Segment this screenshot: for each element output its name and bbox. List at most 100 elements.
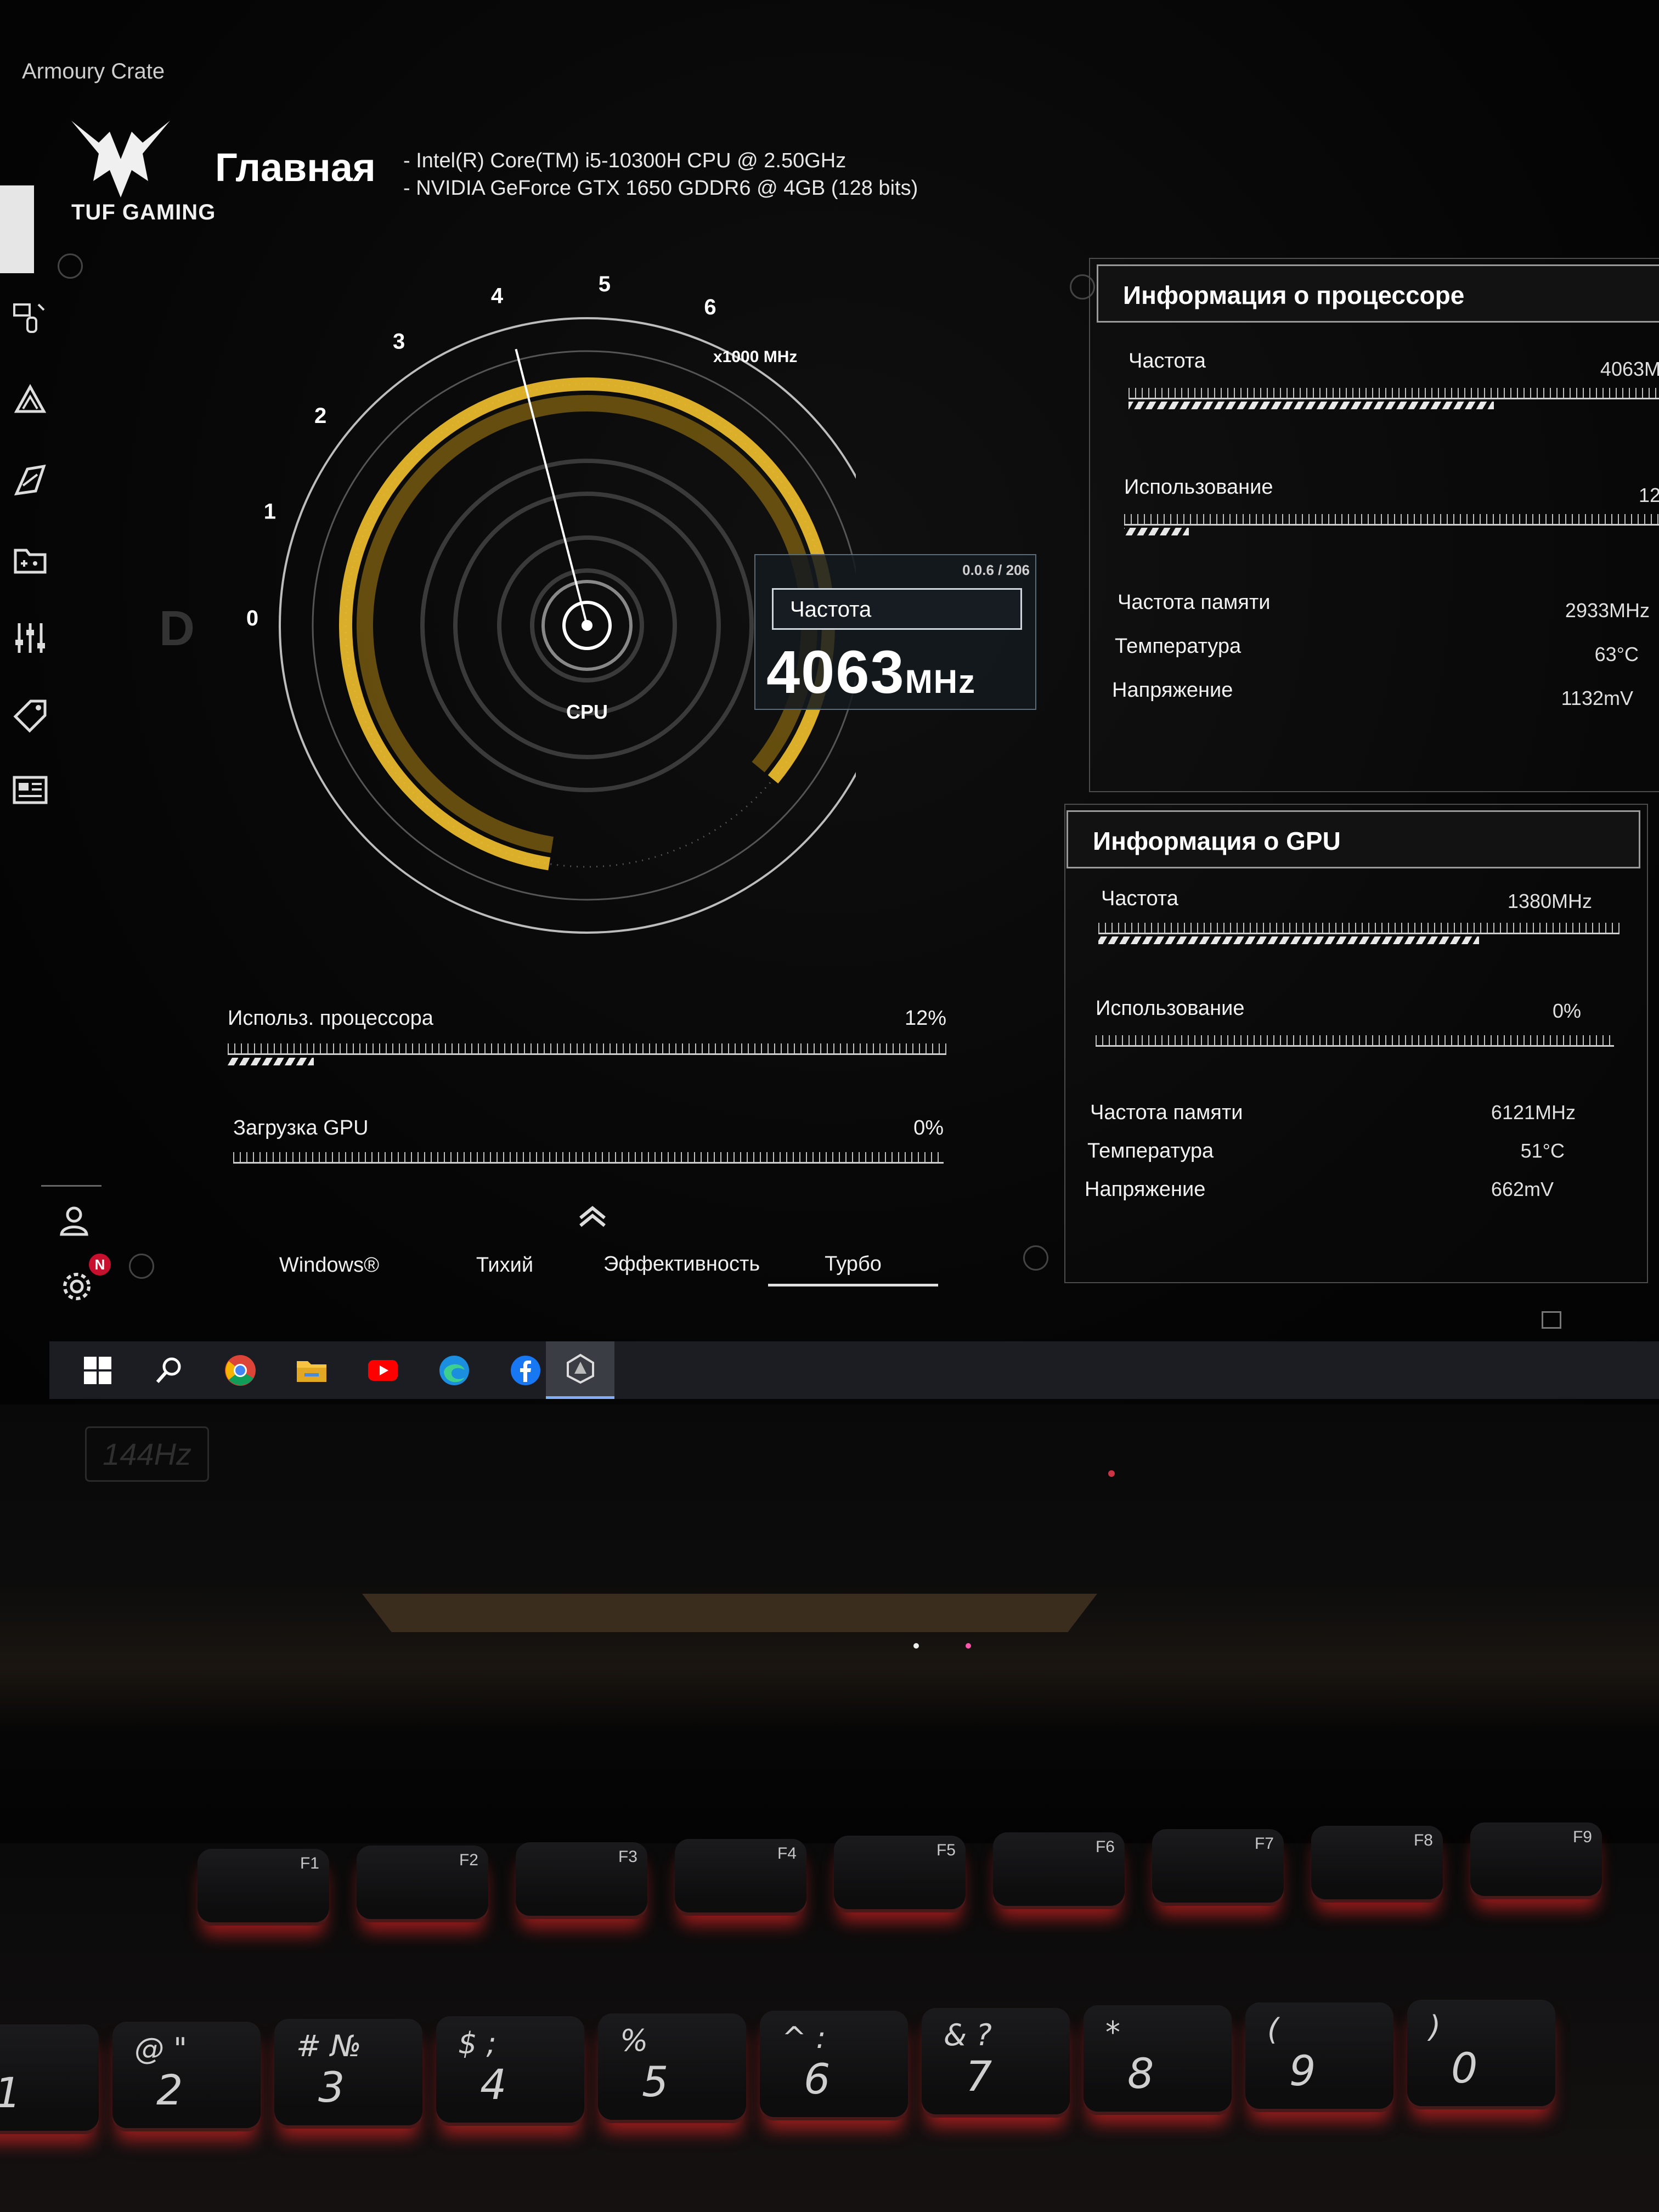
key-shift-label: ) <box>1429 2010 1441 2044</box>
number-key[interactable]: # № 3 <box>274 2019 422 2129</box>
gpu-usage-panel-label: Использование <box>1096 997 1245 1020</box>
gauge-tick-label: 4 <box>491 284 504 308</box>
number-key[interactable]: (9 <box>1245 2002 1393 2112</box>
armoury-crate-icon <box>566 1353 594 1384</box>
readout-label-frame: Частота <box>772 588 1022 630</box>
key-shift-label: & ? <box>944 2018 992 2052</box>
fn-key-label: F9 <box>1572 1828 1592 1846</box>
armoury-scenario-icon <box>14 464 46 496</box>
cpu-info-header: Информация о процессоре <box>1097 264 1659 323</box>
taskbar-youtube[interactable] <box>348 1341 417 1399</box>
mode-tab-turbo[interactable]: Турбо <box>768 1252 938 1286</box>
key-shift-label: * <box>1105 2015 1120 2050</box>
gpu-mem-freq-value: 6121MHz <box>1491 1101 1576 1124</box>
user-icon <box>60 1206 88 1236</box>
cpu-usage-value: 12% <box>904 1007 946 1030</box>
cpu-info-title: Информация о процессоре <box>1123 281 1465 309</box>
gauge-tick-label: 5 <box>599 272 611 296</box>
key-main-label: 2 <box>156 2066 183 2114</box>
fn-key[interactable]: F2 <box>357 1846 488 1922</box>
fn-key-label: F8 <box>1413 1831 1433 1849</box>
gauge-tick-label: 2 <box>314 404 326 428</box>
mode-tab-windows[interactable]: Windows® <box>269 1254 390 1277</box>
game-library-icon <box>14 549 47 574</box>
cpu-model-text: - Intel(R) Core(TM) i5-10300H CPU @ 2.50… <box>403 149 847 172</box>
cpu-temp-label: Температура <box>1115 635 1242 658</box>
readout-number: 4063 <box>766 639 905 706</box>
gpu-load-track <box>233 1152 944 1164</box>
sidebar-device-thumbnail[interactable] <box>0 185 34 273</box>
fn-key[interactable]: F4 <box>675 1839 806 1916</box>
gpu-load-value: 0% <box>913 1116 944 1139</box>
gpu-load-label: Загрузка GPU <box>233 1116 369 1139</box>
fn-key[interactable]: F6 <box>993 1832 1125 1909</box>
chevron-up-icon <box>579 1206 606 1227</box>
sidebar-user-button[interactable] <box>49 1196 99 1245</box>
cpu-usage-fill <box>228 1058 314 1065</box>
taskbar-chrome[interactable] <box>206 1341 274 1399</box>
sidebar-item-game-library[interactable] <box>5 535 55 584</box>
taskbar-edge[interactable] <box>420 1341 488 1399</box>
number-key[interactable]: !1 <box>0 2024 99 2134</box>
gpu-model-text: - NVIDIA GeForce GTX 1650 GDDR6 @ 4GB (1… <box>403 177 918 200</box>
key-shift-label: $ ; <box>458 2026 496 2061</box>
gpu-freq-value: 1380MHz <box>1507 890 1592 912</box>
number-key[interactable]: $ ; 4 <box>436 2016 584 2126</box>
fn-key-label: F4 <box>777 1844 797 1863</box>
mode-tab-performance[interactable]: Эффективность <box>603 1252 760 1276</box>
refresh-rate-sticker: 144Hz <box>85 1426 209 1482</box>
fn-key-label: F2 <box>459 1851 478 1869</box>
gpu-usage-panel-track <box>1096 1035 1614 1047</box>
fn-key[interactable]: F9 <box>1470 1822 1602 1899</box>
number-key[interactable]: @ " 2 <box>112 2022 261 2131</box>
page-title: Главная <box>215 146 376 190</box>
news-icon <box>13 776 48 804</box>
key-main-label: 8 <box>1127 2049 1154 2098</box>
expand-chevron-button[interactable] <box>576 1201 609 1229</box>
sidebar-item-aura[interactable] <box>5 376 55 425</box>
screw-decoration <box>1023 1245 1048 1271</box>
mode-tab-silent[interactable]: Тихий <box>466 1254 543 1277</box>
sidebar-item-device[interactable] <box>5 294 55 343</box>
gpu-info-panel: Информация о GPU Частота 1380MHz Использ… <box>1064 804 1648 1283</box>
taskbar-armoury-crate[interactable] <box>546 1341 614 1399</box>
number-key[interactable]: * 8 <box>1084 2005 1232 2115</box>
fn-key[interactable]: F5 <box>834 1836 966 1912</box>
sidebar-item-deals[interactable] <box>5 691 55 741</box>
keyboard-device-icon <box>13 303 45 333</box>
fn-key-label: F6 <box>1095 1838 1115 1856</box>
fn-key[interactable]: F8 <box>1311 1826 1443 1903</box>
gauge-tick-label: 1 <box>264 499 276 523</box>
cpu-usage-track <box>228 1043 946 1055</box>
taskbar-search-button[interactable] <box>134 1341 203 1399</box>
file-explorer-icon <box>296 1361 326 1382</box>
cpu-temp-value: 63°C <box>1594 643 1639 665</box>
windows-taskbar <box>49 1341 1659 1399</box>
gauge-tick-label: 0 <box>246 606 258 630</box>
fn-key[interactable]: F7 <box>1152 1829 1284 1906</box>
fn-key[interactable]: F1 <box>198 1849 329 1926</box>
key-shift-label: # № <box>296 2029 362 2063</box>
taskbar-file-explorer[interactable] <box>277 1341 346 1399</box>
gpu-freq-fill <box>1098 936 1479 944</box>
key-main-label: 4 <box>480 2060 507 2109</box>
edge-icon <box>439 1355 469 1385</box>
fn-key[interactable]: F3 <box>516 1842 647 1919</box>
number-key[interactable]: ) 0 <box>1407 2000 1555 2109</box>
sidebar-item-settings-sliders[interactable] <box>5 613 55 663</box>
cpu-mem-freq-label: Частота памяти <box>1118 591 1271 614</box>
key-main-label: 0 <box>1451 2044 1478 2092</box>
gpu-info-title: Информация о GPU <box>1093 827 1341 855</box>
gauge-tick-label: 3 <box>393 329 405 353</box>
number-key[interactable]: & ? 7 <box>922 2008 1070 2118</box>
sidebar-item-scenario[interactable] <box>5 455 55 505</box>
gpu-usage-panel-value: 0% <box>1552 1000 1581 1022</box>
gpu-freq-track <box>1098 923 1620 934</box>
gpu-freq-label: Частота <box>1101 887 1178 910</box>
sidebar-item-news[interactable] <box>5 765 55 815</box>
number-key[interactable]: ^ :6 <box>760 2011 908 2120</box>
taskbar-start-button[interactable] <box>63 1341 132 1399</box>
cpu-freq-track <box>1128 388 1659 399</box>
number-key[interactable]: % 5 <box>598 2013 746 2123</box>
fn-key-label: F5 <box>936 1841 956 1859</box>
